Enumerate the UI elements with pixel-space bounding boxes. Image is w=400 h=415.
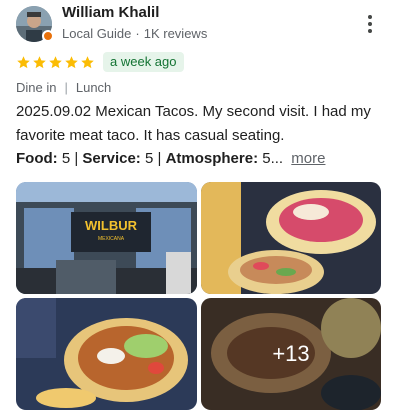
star-icon [81, 55, 94, 68]
atmosphere-label: Atmosphere: [165, 150, 259, 167]
more-options-icon[interactable] [360, 10, 380, 38]
photo-more-gallery[interactable]: +13 [201, 298, 381, 410]
rating-row: a week ago [16, 52, 184, 72]
atmosphere-value: 5... [262, 150, 284, 167]
review-header: William Khalil Local Guide · 1K reviews [16, 4, 384, 44]
reviewer-level: Local Guide [62, 26, 132, 41]
photo-tacos-plate[interactable] [201, 182, 381, 294]
star-icon [33, 55, 46, 68]
star-icon [17, 55, 30, 68]
service-label: Service: [82, 150, 141, 167]
service-type-tag: Dine in [16, 80, 57, 95]
star-icon [49, 55, 62, 68]
photo-loaded-taco[interactable] [16, 298, 197, 410]
more-link[interactable]: more [291, 150, 325, 167]
reviewer-meta: Local Guide · 1K reviews [62, 26, 207, 41]
attr-separator: | [157, 150, 162, 167]
review-attributes: Food: 5 | Service: 5 | Atmosphere: 5... … [16, 148, 325, 170]
star-icon [65, 55, 78, 68]
meta-separator: · [135, 26, 140, 41]
food-value: 5 [61, 150, 71, 167]
food-label: Food: [16, 150, 58, 167]
storefront-sign-text: WILBUR [85, 218, 138, 233]
local-guide-badge-icon [42, 30, 54, 42]
review-time-badge: a week ago [103, 52, 184, 72]
reviewer-review-count: 1K reviews [143, 26, 208, 41]
review-body-text: 2025.09.02 Mexican Tacos. My second visi… [16, 103, 371, 144]
star-rating [16, 55, 95, 70]
reviewer-name[interactable]: William Khalil [62, 4, 159, 21]
meal-type-tag: Lunch [75, 80, 112, 95]
attr-separator: | [74, 150, 79, 167]
service-value: 5 [144, 150, 154, 167]
tacos-plate-image [201, 182, 381, 294]
storefront-sign-subtext: MEXICANA [98, 236, 125, 242]
visit-tags: Dine in | Lunch [16, 80, 111, 95]
photo-storefront[interactable]: WILBUR MEXICANA [16, 182, 197, 294]
tag-separator: | [64, 80, 68, 95]
loaded-taco-image [16, 298, 197, 410]
storefront-image: WILBUR MEXICANA [16, 182, 197, 294]
more-photos-count: +13 [201, 298, 381, 410]
